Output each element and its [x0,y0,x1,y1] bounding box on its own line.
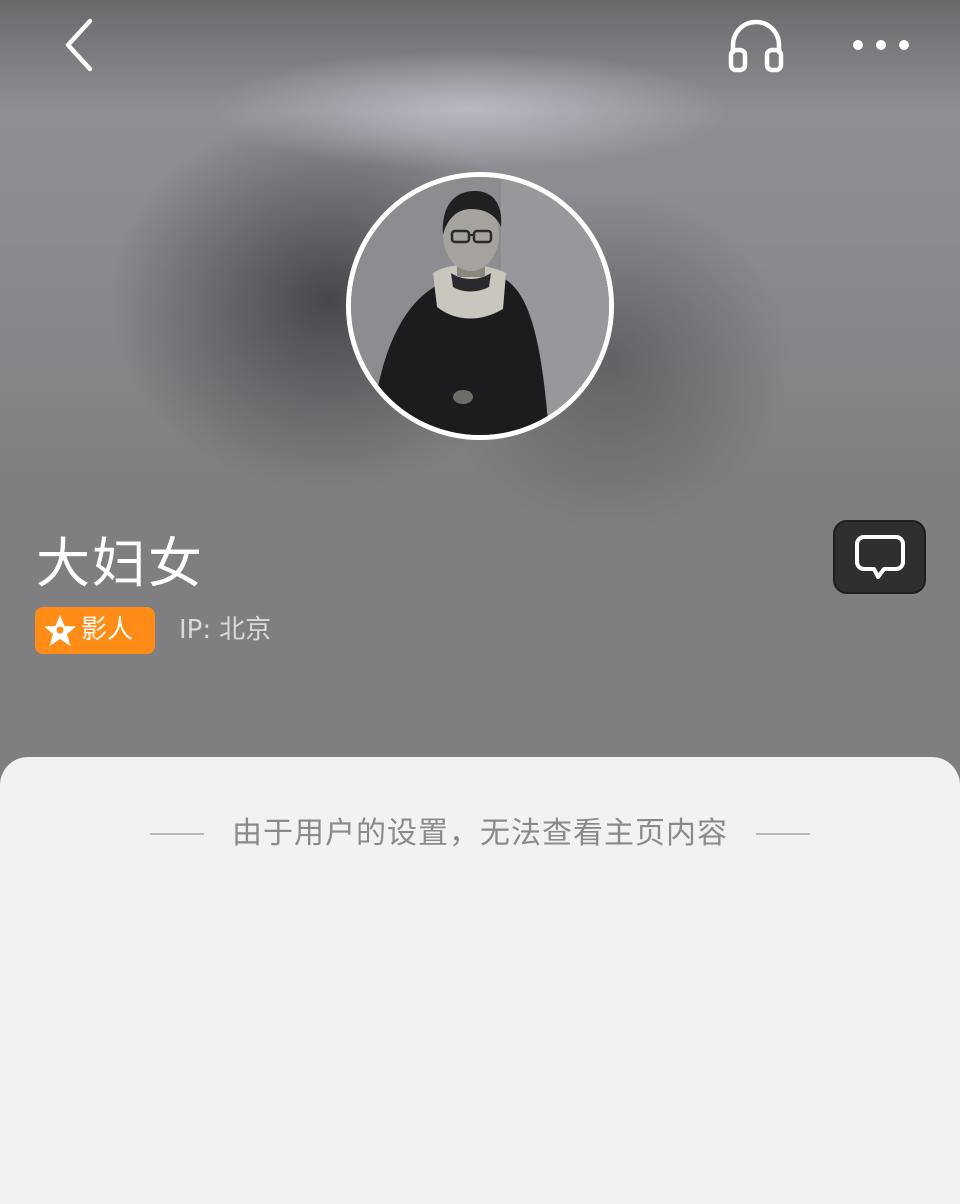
privacy-notice: 由于用户的设置，无法查看主页内容 [0,812,960,856]
more-dots-icon [853,40,909,50]
ip-location-value: 北京 [219,615,272,645]
message-button[interactable] [833,520,926,594]
user-name: 大妇女 [36,532,204,595]
speech-bubble-icon [854,535,905,579]
more-button[interactable] [846,20,916,70]
notice-divider-right [756,833,810,835]
notice-divider-left [150,833,204,835]
profile-avatar[interactable] [346,172,614,440]
back-button[interactable] [48,12,112,78]
star-person-icon [44,614,76,646]
ip-location: IP: 北京 [179,610,271,650]
listen-button[interactable] [720,12,792,78]
ip-label: IP: [179,615,212,645]
headphones-icon [728,19,784,73]
chevron-left-icon [65,18,93,72]
privacy-notice-text: 由于用户的设置，无法查看主页内容 [232,816,728,851]
role-badge[interactable]: 影人 [35,607,155,654]
badge-label: 影人 [81,615,134,645]
avatar-portrait-image [351,177,609,435]
